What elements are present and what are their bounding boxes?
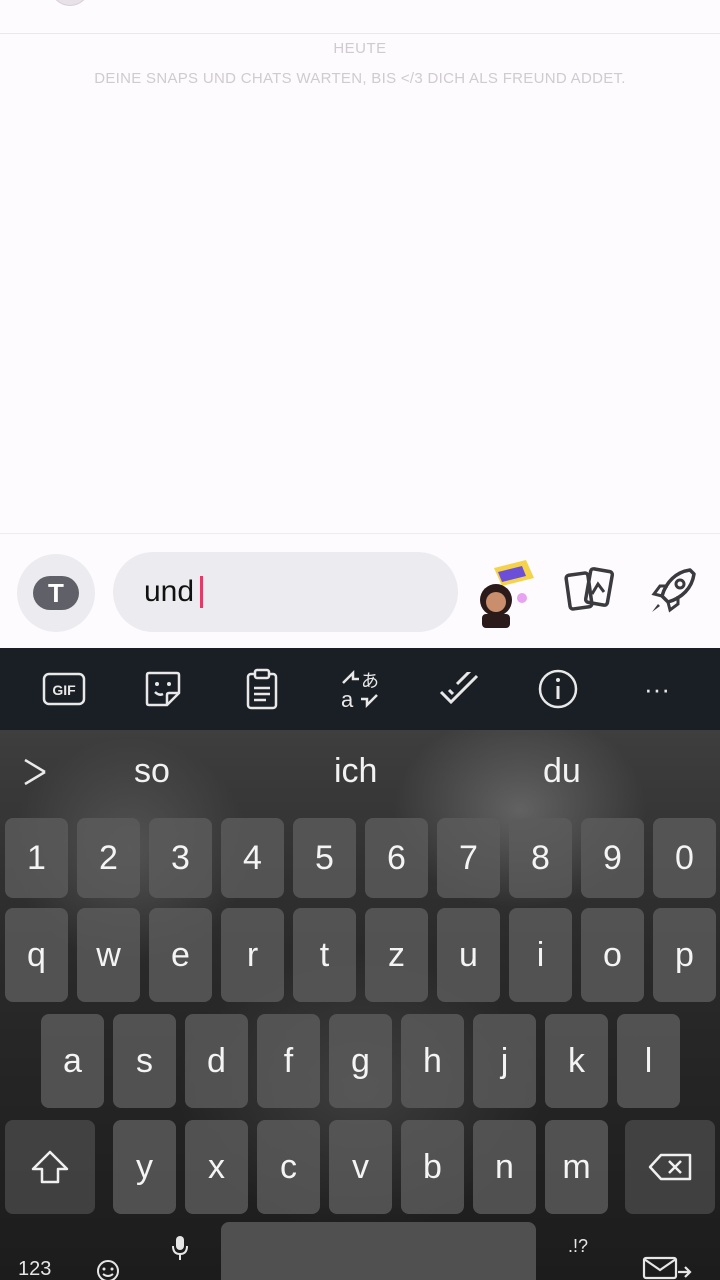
chat-area [0, 34, 720, 534]
info-button[interactable] [535, 666, 581, 712]
spellcheck-icon [439, 672, 479, 705]
key-s[interactable]: s [113, 1014, 176, 1108]
rocket-icon[interactable] [646, 564, 698, 618]
spellcheck-button[interactable] [436, 666, 482, 712]
num-switch-key[interactable]: 123 [18, 1258, 51, 1280]
suggestion-item[interactable]: so [134, 752, 170, 791]
key-j[interactable]: j [473, 1014, 536, 1108]
info-icon [538, 669, 578, 709]
key-6[interactable]: 6 [365, 818, 428, 898]
key-m[interactable]: m [545, 1120, 608, 1214]
key-z[interactable]: z [365, 908, 428, 1002]
message-input-value: und [144, 575, 195, 608]
text-tool-icon: T [33, 576, 79, 610]
key-5[interactable]: 5 [293, 818, 356, 898]
clipboard-icon [246, 668, 278, 710]
pending-friend-info: DEINE SNAPS UND CHATS WARTEN, BIS </3 DI… [94, 70, 626, 87]
key-n[interactable]: n [473, 1120, 536, 1214]
key-g[interactable]: g [329, 1014, 392, 1108]
key-1[interactable]: 1 [5, 818, 68, 898]
cards-icon[interactable] [562, 566, 616, 616]
key-l[interactable]: l [617, 1014, 680, 1108]
close-suggestions-icon[interactable] [22, 756, 48, 788]
key-k[interactable]: k [545, 1014, 608, 1108]
translate-icon: a あ [341, 669, 379, 711]
key-r[interactable]: r [221, 908, 284, 1002]
key-h[interactable]: h [401, 1014, 464, 1108]
chat-header [0, 0, 720, 34]
key-o[interactable]: o [581, 908, 644, 1002]
key-7[interactable]: 7 [437, 818, 500, 898]
key-0[interactable]: 0 [653, 818, 716, 898]
sticker-icon [145, 671, 181, 707]
backspace-key[interactable] [625, 1120, 715, 1214]
clipboard-button[interactable] [239, 666, 285, 712]
more-icon: ··· [644, 673, 670, 704]
suggestion-item[interactable]: ich [334, 752, 377, 791]
key-e[interactable]: e [149, 908, 212, 1002]
key-d[interactable]: d [185, 1014, 248, 1108]
key-y[interactable]: y [113, 1120, 176, 1214]
message-input[interactable]: und [113, 552, 458, 632]
avatar[interactable] [50, 0, 90, 6]
key-f[interactable]: f [257, 1014, 320, 1108]
key-t[interactable]: t [293, 908, 356, 1002]
gif-button[interactable]: GIF [41, 666, 87, 712]
key-b[interactable]: b [401, 1120, 464, 1214]
translate-button[interactable]: a あ [337, 666, 383, 712]
backspace-icon [648, 1153, 692, 1181]
svg-text:GIF: GIF [52, 682, 76, 698]
day-label: HEUTE [333, 40, 387, 57]
key-8[interactable]: 8 [509, 818, 572, 898]
key-u[interactable]: u [437, 908, 500, 1002]
text-caret [200, 576, 204, 608]
more-options-button[interactable]: ··· [634, 666, 680, 712]
key-4[interactable]: 4 [221, 818, 284, 898]
key-3[interactable]: 3 [149, 818, 212, 898]
key-v[interactable]: v [329, 1120, 392, 1214]
suggestion-item[interactable]: du [543, 752, 581, 791]
emoji-icon[interactable] [95, 1258, 121, 1280]
key-c[interactable]: c [257, 1120, 320, 1214]
key-x[interactable]: x [185, 1120, 248, 1214]
text-tool-button[interactable]: T [17, 554, 95, 632]
key-a[interactable]: a [41, 1014, 104, 1108]
message-input-bar: T und [0, 533, 720, 648]
key-q[interactable]: q [5, 908, 68, 1002]
send-mail-icon[interactable] [642, 1254, 692, 1280]
microphone-icon[interactable] [170, 1234, 190, 1262]
space-key[interactable] [221, 1222, 536, 1280]
key-p[interactable]: p [653, 908, 716, 1002]
sticker-button[interactable] [140, 666, 186, 712]
key-2[interactable]: 2 [77, 818, 140, 898]
shift-icon [31, 1150, 69, 1184]
gif-icon: GIF [42, 672, 86, 706]
svg-text:a: a [341, 687, 354, 711]
shift-key[interactable] [5, 1120, 95, 1214]
keyboard-toolbar: GIF a あ ··· [0, 648, 720, 730]
key-9[interactable]: 9 [581, 818, 644, 898]
key-w[interactable]: w [77, 908, 140, 1002]
svg-text:あ: あ [361, 671, 379, 692]
punctuation-key[interactable]: .!? [568, 1236, 588, 1257]
key-i[interactable]: i [509, 908, 572, 1002]
bitmoji-sticker-icon[interactable] [472, 556, 538, 628]
